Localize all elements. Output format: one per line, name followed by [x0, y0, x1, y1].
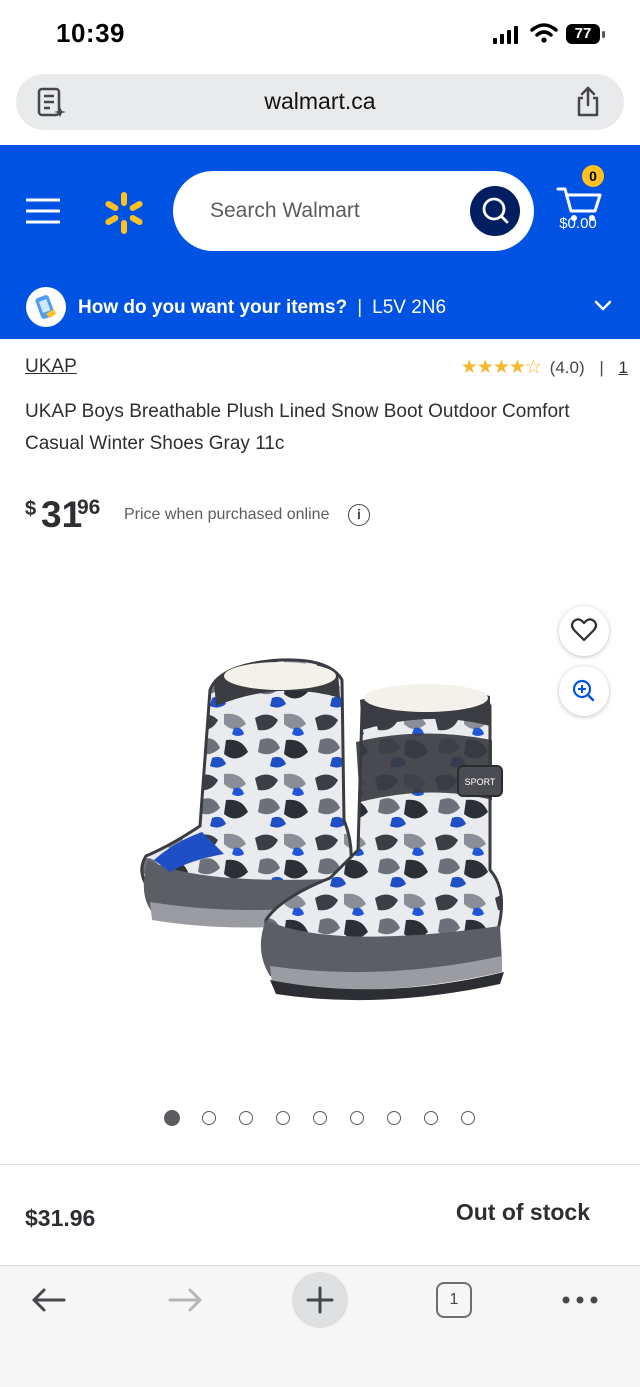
- walmart-spark-icon[interactable]: [102, 191, 146, 235]
- battery-level: 77: [566, 24, 600, 44]
- cart-count-badge: 0: [582, 165, 604, 187]
- zoom-in-icon: [572, 679, 595, 702]
- heart-icon: [570, 618, 598, 642]
- chevron-down-icon[interactable]: [594, 299, 612, 313]
- carousel-dot[interactable]: [202, 1111, 216, 1125]
- carousel-dot[interactable]: [387, 1111, 401, 1125]
- status-bar: 10:39 77: [0, 0, 640, 70]
- search-icon: [482, 197, 509, 224]
- wifi-icon: [530, 23, 558, 43]
- price-cents: 96: [77, 496, 101, 519]
- price-note: Price when purchased online: [124, 506, 330, 523]
- boot-label: SPORT: [465, 777, 496, 787]
- address-bar[interactable]: walmart.ca: [16, 74, 624, 130]
- carousel-dot[interactable]: [239, 1111, 253, 1125]
- tabs-button[interactable]: 1: [436, 1282, 472, 1318]
- stock-status: Out of stock: [455, 1199, 590, 1225]
- hamburger-menu-icon[interactable]: [26, 197, 60, 225]
- forward-arrow-icon[interactable]: [166, 1286, 204, 1314]
- product-title: UKAP Boys Breathable Plush Lined Snow Bo…: [25, 401, 570, 454]
- delivery-selector[interactable]: How do you want your items? | L5V 2N6: [0, 287, 640, 339]
- star-rating-icon: ★★★★☆: [460, 357, 542, 378]
- search-button[interactable]: [470, 186, 520, 236]
- carousel-dot[interactable]: [313, 1111, 327, 1125]
- rating-value: (4.0): [549, 358, 585, 377]
- sticky-price: $31.96: [25, 1205, 96, 1231]
- status-time: 10:39: [56, 18, 125, 48]
- share-icon[interactable]: [574, 86, 602, 118]
- battery-icon: 77: [566, 24, 608, 46]
- delivery-text: How do you want your items? | L5V 2N6: [78, 297, 446, 319]
- price-symbol: $: [25, 498, 37, 520]
- cart-total: $0.00: [559, 215, 597, 232]
- delivery-prompt: How do you want your items?: [78, 297, 348, 318]
- rating-summary[interactable]: ★★★★☆ (4.0) | 1: [461, 356, 628, 379]
- url-text[interactable]: walmart.ca: [16, 88, 624, 115]
- zoom-button[interactable]: [559, 666, 609, 716]
- sticky-purchase-bar: $31.96 Out of stock: [0, 1164, 640, 1265]
- carousel-dot[interactable]: [424, 1111, 438, 1125]
- search-input[interactable]: Search Walmart: [173, 171, 534, 251]
- review-count-link[interactable]: 1: [619, 358, 628, 377]
- carousel-dot[interactable]: [276, 1111, 290, 1125]
- brand-link[interactable]: UKAP: [25, 356, 77, 378]
- site-header: Search Walmart 0 $0.00 How do you want y…: [0, 145, 640, 339]
- search-placeholder: Search Walmart: [210, 199, 360, 222]
- carousel-dot[interactable]: [461, 1111, 475, 1125]
- delivery-separator: |: [357, 297, 363, 318]
- carousel-dot[interactable]: [350, 1111, 364, 1125]
- favorite-button[interactable]: [559, 606, 609, 656]
- browser-toolbar: 1: [0, 1265, 640, 1387]
- rating-separator: |: [599, 358, 604, 377]
- delivery-phone-icon: [26, 287, 66, 327]
- carousel-dot[interactable]: [164, 1110, 180, 1126]
- more-icon[interactable]: [560, 1294, 600, 1306]
- new-tab-button[interactable]: [292, 1272, 348, 1328]
- back-arrow-icon[interactable]: [30, 1286, 68, 1314]
- cellular-signal-icon: [493, 26, 518, 44]
- info-icon[interactable]: i: [348, 504, 370, 526]
- price-dollars: 31: [41, 494, 83, 535]
- plus-icon: [306, 1286, 334, 1314]
- postal-code: L5V 2N6: [372, 297, 447, 318]
- product-image[interactable]: SPORT: [130, 650, 510, 1010]
